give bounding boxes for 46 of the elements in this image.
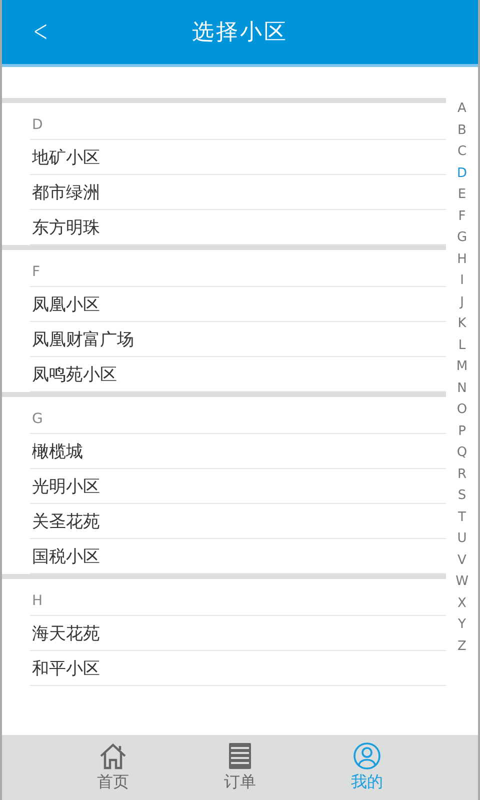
index-letter[interactable]: B xyxy=(458,120,466,141)
index-letter[interactable]: I xyxy=(460,270,464,292)
index-letter[interactable]: E xyxy=(458,184,466,206)
index-letter[interactable]: M xyxy=(456,356,468,378)
index-letter[interactable]: D xyxy=(456,162,467,184)
index-letter[interactable]: A xyxy=(458,98,466,120)
index-letter[interactable]: R xyxy=(457,464,467,485)
community-item[interactable]: 凤凰财富广场 xyxy=(30,322,446,357)
index-letter[interactable]: H xyxy=(457,248,467,270)
tab[interactable]: 首页 xyxy=(50,735,176,800)
index-letter[interactable]: Q xyxy=(456,442,468,464)
index-letter[interactable]: F xyxy=(458,206,466,227)
list-icon xyxy=(226,742,254,770)
back-button[interactable]: < xyxy=(33,14,48,49)
index-letter[interactable]: T xyxy=(458,506,466,528)
index-letter[interactable]: W xyxy=(456,571,468,592)
index-letter[interactable]: C xyxy=(457,141,467,162)
community-item[interactable]: 海天花苑 xyxy=(30,616,446,651)
page-title: 选择小区 xyxy=(192,19,288,47)
community-item[interactable]: 凤凰小区 xyxy=(30,287,446,322)
home-icon xyxy=(99,742,127,770)
section-letter: H xyxy=(30,579,446,616)
index-letter[interactable]: L xyxy=(458,334,466,356)
index-letter[interactable]: U xyxy=(457,528,467,550)
index-letter[interactable]: S xyxy=(458,485,466,506)
index-letter[interactable]: Z xyxy=(458,636,466,657)
index-letter[interactable]: J xyxy=(460,292,464,313)
index-letter[interactable]: V xyxy=(458,550,466,571)
community-item[interactable]: 和平小区 xyxy=(30,651,446,686)
index-letter[interactable]: K xyxy=(458,313,466,334)
community-item[interactable]: 地矿小区 xyxy=(30,140,446,175)
community-item[interactable]: 都市绿洲 xyxy=(30,175,446,210)
section-letter: G xyxy=(30,397,446,434)
index-letter[interactable]: P xyxy=(458,420,466,442)
community-item[interactable]: 橄榄城 xyxy=(30,434,446,469)
section-letter: D xyxy=(30,103,446,140)
index-letter[interactable]: O xyxy=(456,399,468,420)
index-letter[interactable]: G xyxy=(456,227,468,248)
tab[interactable]: 订单 xyxy=(176,735,304,800)
section-letter: F xyxy=(30,250,446,287)
index-letter[interactable]: Y xyxy=(458,614,466,636)
community-item[interactable]: 光明小区 xyxy=(30,469,446,504)
person-icon xyxy=(353,742,381,770)
index-letter[interactable]: N xyxy=(457,378,467,399)
community-item[interactable]: 关圣花苑 xyxy=(30,504,446,539)
index-letter[interactable]: X xyxy=(458,592,466,614)
